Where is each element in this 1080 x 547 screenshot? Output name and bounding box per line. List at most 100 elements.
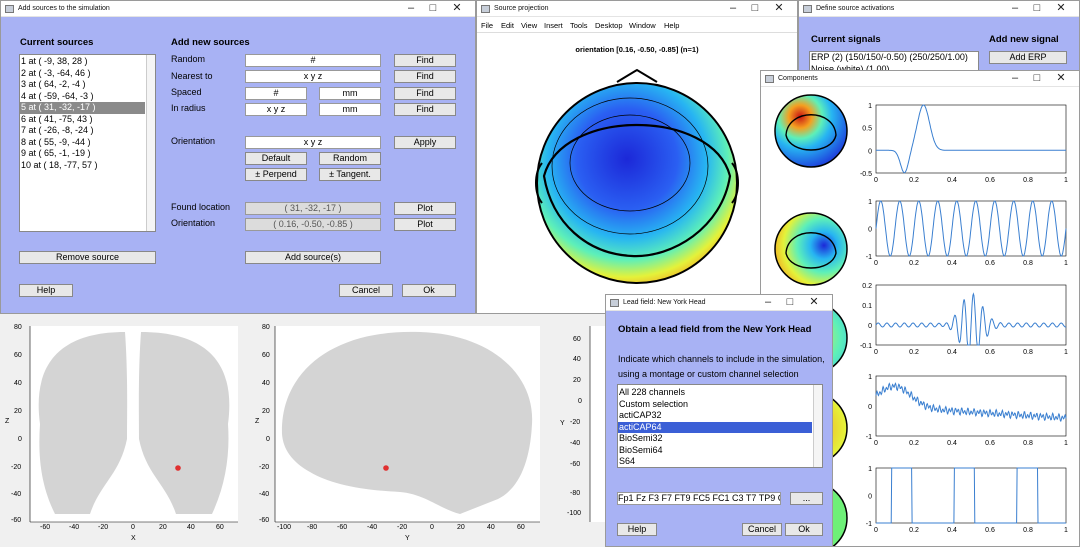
menu-tools[interactable]: Tools	[570, 18, 588, 33]
menu-window[interactable]: Window	[629, 18, 656, 33]
list-item[interactable]: ERP (2) (150/150/-0.50) (250/250/1.00)	[810, 52, 978, 64]
y-tick-label: 0	[868, 148, 872, 155]
x-tick-label: 0.2	[909, 177, 919, 184]
add-sources-button[interactable]: Add source(s)	[245, 251, 381, 264]
y-tick-label: 0	[868, 494, 872, 501]
radius-mm-field[interactable]: mm	[319, 103, 381, 116]
list-item[interactable]: 6 at ( 41, -75, 43 )	[20, 114, 155, 126]
cancel-button[interactable]: Cancel	[742, 523, 782, 536]
lead-field-heading: Obtain a lead field from the New York He…	[618, 324, 812, 335]
cancel-button[interactable]: Cancel	[339, 284, 393, 297]
y-tick-label: -0.5	[860, 171, 872, 178]
plot-orientation-button[interactable]: Plot	[394, 218, 456, 231]
axis-tick: 0	[266, 436, 270, 443]
list-item[interactable]: 7 at ( -26, -8, -24 )	[20, 125, 155, 137]
help-button[interactable]: Help	[617, 523, 657, 536]
remove-source-button[interactable]: Remove source	[19, 251, 156, 264]
scrollbar[interactable]	[813, 385, 822, 467]
minimize-button[interactable]: –	[760, 295, 776, 310]
y-tick-label: 1	[868, 199, 872, 206]
minimize-button[interactable]: –	[725, 1, 741, 16]
list-item[interactable]: 1 at ( -9, 38, 28 )	[20, 56, 155, 68]
axis-tick: -40	[69, 524, 80, 531]
scrollbar[interactable]	[146, 55, 155, 231]
list-item-selected[interactable]: 5 at ( 31, -32, -17 )	[20, 102, 145, 114]
random-count-field[interactable]: #	[245, 54, 381, 67]
spaced-mm-field[interactable]: mm	[319, 87, 381, 100]
apply-button[interactable]: Apply	[394, 136, 456, 149]
browse-button[interactable]: ...	[790, 492, 823, 505]
maximize-button[interactable]: □	[425, 1, 441, 16]
list-item[interactable]: BioSemi64	[618, 445, 822, 457]
list-item[interactable]: 3 at ( 64, -2, -4 )	[20, 79, 155, 91]
y-tick-label: -1	[866, 434, 872, 441]
close-button[interactable]: ✕	[771, 1, 787, 16]
channels-field[interactable]: Fp1 Fz F3 F7 FT9 FC5 FC1 C3 T7 TP9 CP5	[617, 492, 781, 505]
menu-insert[interactable]: Insert	[544, 18, 563, 33]
orientation-xyz-field[interactable]: x y z	[245, 136, 381, 149]
maximize-button[interactable]: □	[747, 1, 763, 16]
list-item[interactable]: 8 at ( 55, -9, -44 )	[20, 137, 155, 149]
spaced-count-field[interactable]: #	[245, 87, 307, 100]
list-item[interactable]: Custom selection	[618, 399, 822, 411]
menu-file[interactable]: File	[481, 18, 493, 33]
radius-xyz-field[interactable]: x y z	[245, 103, 307, 116]
matlab-icon	[5, 5, 14, 13]
add-erp-button[interactable]: Add ERP	[989, 51, 1067, 64]
close-button[interactable]: ✕	[1053, 1, 1069, 16]
list-item[interactable]: 4 at ( -59, -64, -3 )	[20, 91, 155, 103]
plot-location-button[interactable]: Plot	[394, 202, 456, 215]
list-item[interactable]: 2 at ( -3, -64, 46 )	[20, 68, 155, 80]
title-bar: Lead field: New York Head – □ ✕	[606, 295, 832, 311]
x-tick-label: 0.6	[985, 527, 995, 534]
close-button[interactable]: ✕	[449, 1, 465, 16]
menu-view[interactable]: View	[521, 18, 537, 33]
default-button[interactable]: Default	[245, 152, 307, 165]
nearest-xyz-field[interactable]: x y z	[245, 70, 381, 83]
axis-tick: -100	[567, 510, 582, 517]
menu-edit[interactable]: Edit	[501, 18, 514, 33]
list-item[interactable]: All 228 channels	[618, 387, 822, 399]
list-item[interactable]: S64	[618, 456, 822, 467]
help-button[interactable]: Help	[19, 284, 73, 297]
x-tick-label: 0	[874, 177, 878, 184]
x-tick-label: 0	[874, 440, 878, 447]
axis-tick: -40	[570, 440, 581, 447]
find-spaced-button[interactable]: Find	[394, 87, 456, 100]
random-orientation-button[interactable]: Random	[319, 152, 381, 165]
sagittal-slice-plot	[274, 326, 540, 523]
close-button[interactable]: ✕	[806, 295, 822, 310]
list-item[interactable]: BioSemi32	[618, 433, 822, 445]
axis-tick: -60	[337, 524, 348, 531]
find-random-button[interactable]: Find	[394, 54, 456, 67]
axis-tick: 60	[216, 524, 224, 531]
perpend-button[interactable]: ± Perpend	[245, 168, 307, 181]
menu-help[interactable]: Help	[664, 18, 679, 33]
list-item[interactable]: actiCAP32	[618, 410, 822, 422]
y-tick-label: -0.1	[860, 343, 872, 350]
source-projection-window: Source projection – □ ✕ File Edit View Ins…	[476, 0, 798, 314]
axis-tick: 40	[14, 380, 22, 387]
x-tick-label: 1	[1064, 349, 1068, 356]
montage-list[interactable]: All 228 channels Custom selection actiCA…	[617, 384, 823, 468]
minimize-button[interactable]: –	[403, 1, 419, 16]
ok-button[interactable]: Ok	[785, 523, 823, 536]
tangent-button[interactable]: ± Tangent.	[319, 168, 381, 181]
axis-tick: 40	[573, 356, 581, 363]
ok-button[interactable]: Ok	[402, 284, 456, 297]
list-item[interactable]: 10 at ( 18, -77, 57 )	[20, 160, 155, 172]
sources-list[interactable]: 1 at ( -9, 38, 28 ) 2 at ( -3, -64, 46 )…	[19, 54, 156, 232]
find-nearest-button[interactable]: Find	[394, 70, 456, 83]
find-radius-button[interactable]: Find	[394, 103, 456, 116]
menu-desktop[interactable]: Desktop	[595, 18, 623, 33]
axis-tick: 60	[262, 352, 270, 359]
axis-tick: -60	[570, 461, 581, 468]
maximize-button[interactable]: □	[782, 295, 798, 310]
list-item[interactable]: 9 at ( 65, -1, -19 )	[20, 148, 155, 160]
matlab-icon	[610, 299, 619, 307]
axis-tick: -40	[11, 491, 22, 498]
list-item-selected[interactable]: actiCAP64	[618, 421, 812, 433]
maximize-button[interactable]: □	[1029, 1, 1045, 16]
minimize-button[interactable]: –	[1007, 1, 1023, 16]
matlab-icon	[803, 5, 812, 13]
